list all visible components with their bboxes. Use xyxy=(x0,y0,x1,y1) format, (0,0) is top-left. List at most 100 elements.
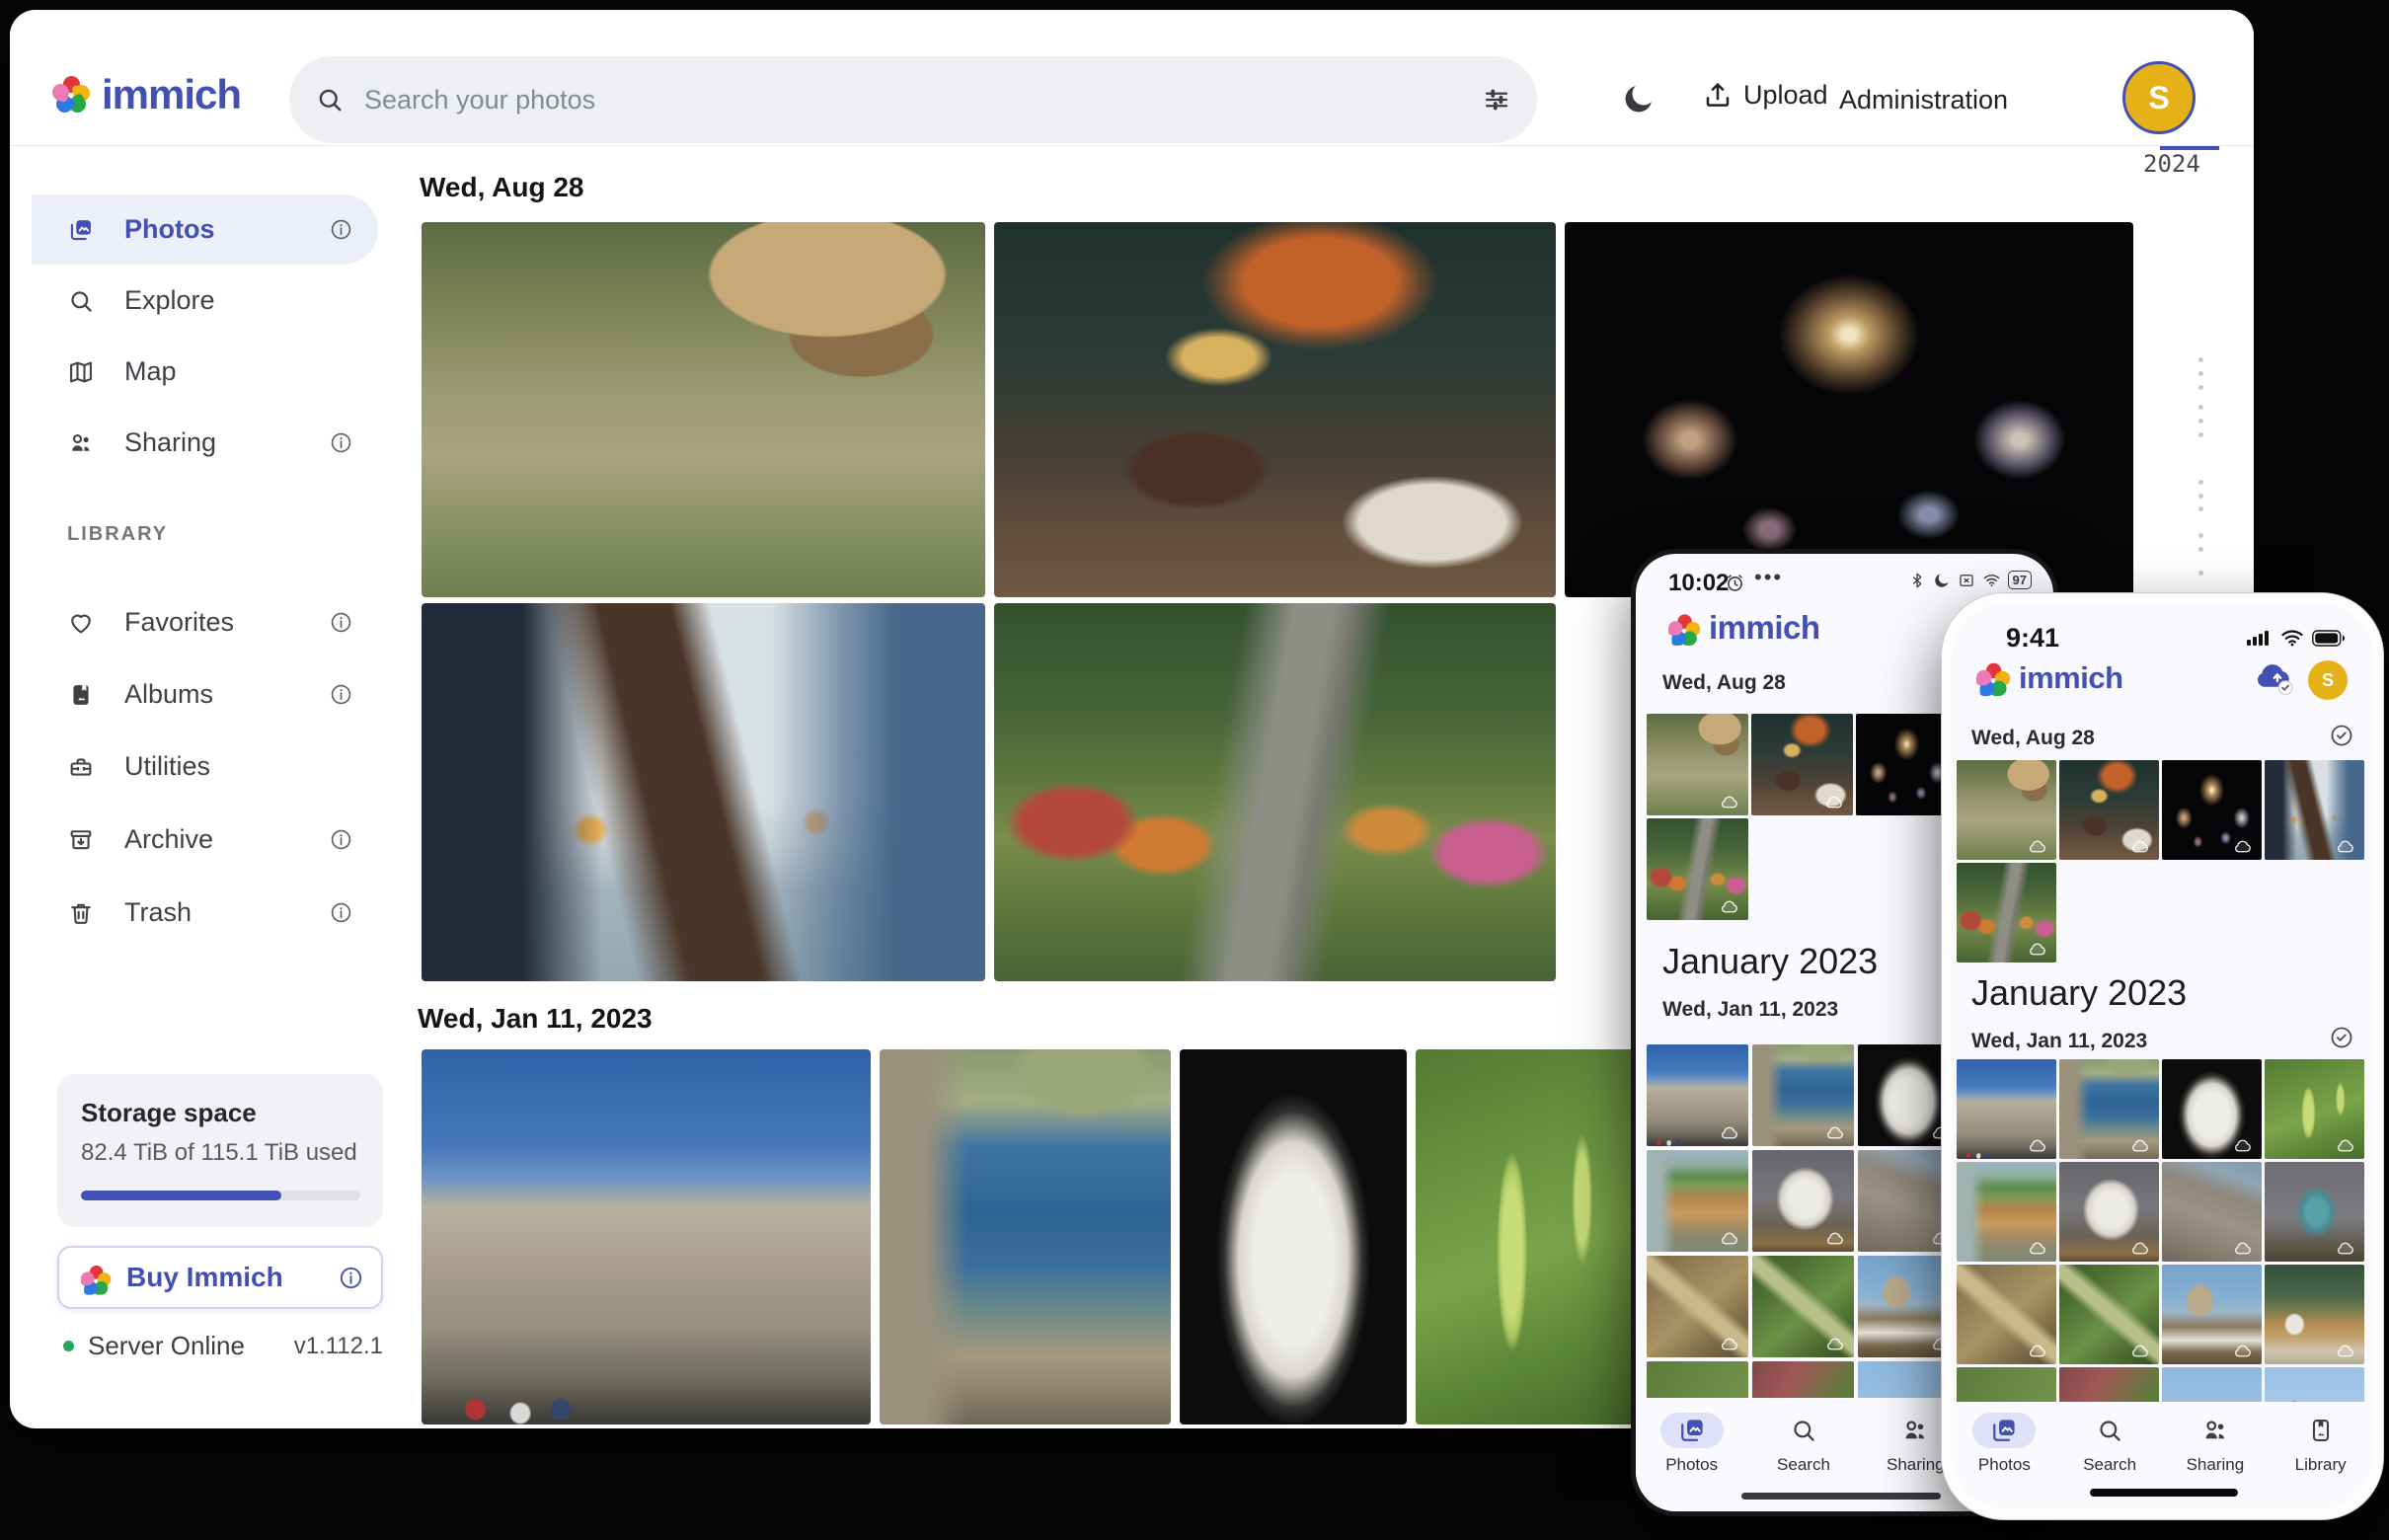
select-all-check-icon[interactable] xyxy=(2330,1026,2353,1049)
sidebar-item-trash[interactable]: Trash xyxy=(32,878,378,948)
phone1-immich-logo: immich xyxy=(1668,609,1820,647)
upload-button[interactable]: Upload xyxy=(1702,79,1828,111)
cloud-icon xyxy=(2233,1241,2257,1258)
dark-mode-toggle[interactable] xyxy=(1621,81,1657,116)
nav-label: Photos xyxy=(1978,1455,2031,1475)
battery-icon xyxy=(2312,630,2346,647)
timeline-tick xyxy=(2198,533,2203,538)
photo-thumb[interactable] xyxy=(1647,1256,1748,1357)
immich-logo[interactable]: immich xyxy=(52,71,241,118)
phone1-clock: 10:02 xyxy=(1668,570,1729,597)
photo-row-2 xyxy=(422,603,1556,981)
administration-label: Administration xyxy=(1839,85,2008,116)
photo-thumb[interactable] xyxy=(1751,714,1853,815)
buy-immich-button[interactable]: Buy Immich xyxy=(57,1246,383,1309)
user-avatar[interactable]: S xyxy=(2122,61,2196,134)
photo-thumb[interactable] xyxy=(1957,1265,2056,1364)
photo-thumb[interactable] xyxy=(2162,1265,2262,1364)
nav-item[interactable]: Photos xyxy=(1952,1402,2057,1509)
wifi-icon xyxy=(2280,629,2304,647)
cloud-icon xyxy=(2233,1138,2257,1155)
info-icon[interactable] xyxy=(330,611,352,634)
photo-thumb[interactable] xyxy=(2059,1059,2159,1159)
photo-thumb[interactable] xyxy=(2162,760,2262,860)
photo-thumb[interactable] xyxy=(1752,1361,1854,1398)
search-input[interactable] xyxy=(362,84,1482,116)
photo-thumb[interactable] xyxy=(2162,1367,2262,1402)
photo[interactable] xyxy=(994,222,1556,597)
photo-thumb[interactable] xyxy=(2265,1265,2364,1364)
phone2-month-header: January 2023 xyxy=(1971,972,2187,1014)
photo[interactable] xyxy=(1565,222,2133,597)
info-icon[interactable] xyxy=(330,218,352,241)
photo[interactable] xyxy=(422,603,985,981)
phone1-status-icons: 97 xyxy=(1908,571,2032,589)
photo-thumb[interactable] xyxy=(2265,1162,2364,1262)
cloud-icon xyxy=(2336,1241,2359,1258)
photo[interactable] xyxy=(1416,1049,1635,1424)
photo-thumb[interactable] xyxy=(1647,1150,1748,1252)
photo-thumb[interactable] xyxy=(1957,1162,2056,1262)
photo-thumb[interactable] xyxy=(2059,760,2159,860)
brand-name: immich xyxy=(102,71,241,118)
photo-thumb[interactable] xyxy=(1647,1361,1748,1398)
sidebar-item-archive[interactable]: Archive xyxy=(32,805,378,875)
gesture-bar[interactable] xyxy=(1741,1493,1941,1500)
photo-thumb[interactable] xyxy=(1647,1044,1748,1146)
photo-thumb[interactable] xyxy=(1957,1059,2056,1159)
photo-thumb[interactable] xyxy=(2162,1059,2262,1159)
photo-thumb[interactable] xyxy=(2059,1367,2159,1402)
photo[interactable] xyxy=(994,603,1556,981)
nav-icon xyxy=(1900,1416,1930,1445)
info-icon[interactable] xyxy=(330,431,352,454)
search-filter-icon[interactable] xyxy=(1482,85,1511,115)
sidebar-item-photos[interactable]: Photos xyxy=(32,194,378,265)
timeline-tick xyxy=(2198,405,2203,410)
select-all-check-icon[interactable] xyxy=(2330,724,2353,747)
user-avatar[interactable]: S xyxy=(2308,660,2348,700)
sidebar-item-sharing[interactable]: Sharing xyxy=(32,408,378,478)
cloud-sync-icon[interactable] xyxy=(2253,658,2296,698)
photo[interactable] xyxy=(422,222,985,597)
photo-thumb[interactable] xyxy=(1957,1367,2056,1402)
cloud-icon xyxy=(2028,1138,2051,1155)
photo-thumb[interactable] xyxy=(2059,1162,2159,1262)
info-icon[interactable] xyxy=(330,901,352,924)
photo-thumb[interactable] xyxy=(1752,1150,1854,1252)
photo-thumb[interactable] xyxy=(1752,1256,1854,1357)
gesture-bar[interactable] xyxy=(2090,1489,2238,1497)
timeline-tick xyxy=(2198,571,2203,576)
photo-thumb[interactable] xyxy=(1957,863,2056,962)
photo-thumb[interactable] xyxy=(1752,1044,1854,1146)
sidebar-item-map[interactable]: Map xyxy=(32,337,378,407)
info-icon[interactable] xyxy=(339,1266,363,1290)
cloud-icon xyxy=(1720,1337,1743,1353)
search-bar[interactable] xyxy=(289,56,1537,143)
photo[interactable] xyxy=(422,1049,871,1424)
photo-thumb[interactable] xyxy=(2265,1367,2364,1402)
photo[interactable] xyxy=(880,1049,1171,1424)
info-icon[interactable] xyxy=(330,683,352,706)
cloud-icon xyxy=(1825,1337,1849,1353)
sidebar-item-albums[interactable]: Albums xyxy=(32,659,378,730)
nav-item[interactable]: Library xyxy=(2268,1402,2373,1509)
photo-thumb[interactable] xyxy=(2265,1059,2364,1159)
photo[interactable] xyxy=(1180,1049,1407,1424)
sidebar-item-explore[interactable]: Explore xyxy=(32,266,378,336)
sim-off-icon xyxy=(1958,572,1975,589)
photo-thumb[interactable] xyxy=(1957,760,2056,860)
photo-row-3 xyxy=(422,1049,1635,1424)
info-icon[interactable] xyxy=(330,828,352,851)
photo-thumb[interactable] xyxy=(2059,1265,2159,1364)
photo-thumb[interactable] xyxy=(2162,1162,2262,1262)
photo-thumb[interactable] xyxy=(2265,760,2364,860)
sidebar-item-favorites[interactable]: Favorites xyxy=(32,587,378,657)
phone1-month-header: January 2023 xyxy=(1662,941,1878,982)
administration-link[interactable]: Administration xyxy=(1839,85,2008,116)
sidebar-item-utilities[interactable]: Utilities xyxy=(32,732,378,802)
photo-thumb[interactable] xyxy=(1647,818,1748,920)
photos-icon xyxy=(67,216,95,244)
photo-thumb[interactable] xyxy=(1647,714,1748,815)
nav-item[interactable]: Photos xyxy=(1636,1402,1747,1511)
sidebar-item-label: Sharing xyxy=(124,427,330,458)
